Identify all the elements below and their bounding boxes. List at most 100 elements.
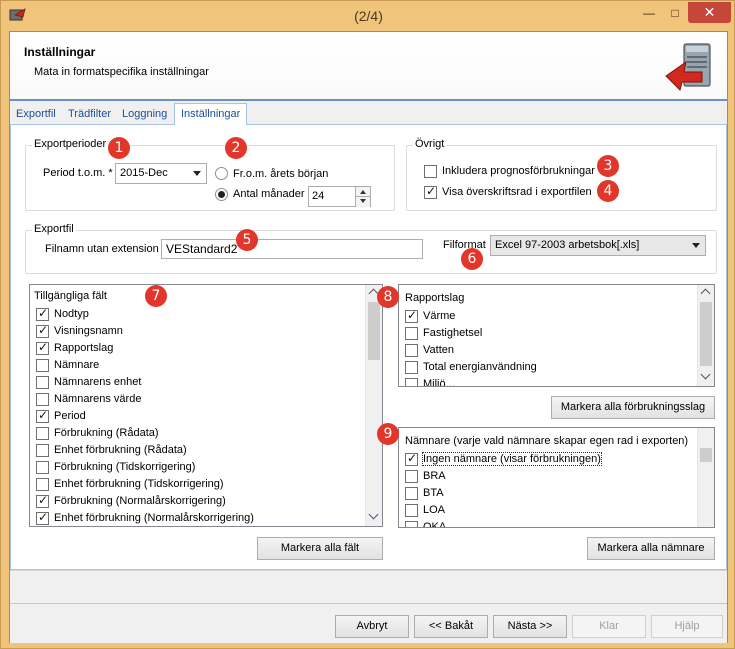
available-fields-header: Tillgängliga fält <box>34 290 107 302</box>
cancel-button[interactable]: Avbryt <box>335 615 409 638</box>
item-checkbox[interactable] <box>36 444 49 457</box>
item-label: Rapportslag <box>54 342 114 354</box>
item-label: Förbrukning (Rådata) <box>54 427 159 439</box>
include-forecast-checkbox[interactable] <box>424 165 437 178</box>
show-header-row-checkbox[interactable] <box>424 184 437 199</box>
item-checkbox[interactable] <box>36 340 49 355</box>
radio-number-of-months[interactable] <box>215 188 228 201</box>
item-label: BRA <box>423 470 446 482</box>
item-label: Vatten <box>423 344 454 356</box>
item-checkbox[interactable] <box>36 359 49 372</box>
months-stepper[interactable]: 24 <box>308 186 371 207</box>
available-fields-scrollbar[interactable] <box>365 285 382 526</box>
item-checkbox[interactable] <box>405 451 418 466</box>
denominators-list[interactable]: Nämnare (varje vald nämnare skapar egen … <box>398 427 715 528</box>
item-checkbox[interactable] <box>405 378 418 386</box>
radio-from-year-start[interactable] <box>215 167 228 180</box>
export-file-title: Exportfil <box>32 223 76 235</box>
item-checkbox[interactable] <box>36 461 49 474</box>
item-label: Nämnarens enhet <box>54 376 142 388</box>
item-checkbox[interactable] <box>405 361 418 374</box>
finish-button[interactable]: Klar <box>572 615 646 638</box>
item-label: Period <box>54 410 86 422</box>
maximize-button[interactable]: □ <box>662 2 688 23</box>
tab-installningar[interactable]: Inställningar <box>174 103 248 126</box>
item-checkbox[interactable] <box>405 344 418 357</box>
export-periods-title: Exportperioder <box>32 138 109 150</box>
scroll-up-icon[interactable] <box>698 285 714 301</box>
next-button[interactable]: Nästa >> <box>493 615 567 638</box>
denominators-scrollbar[interactable] <box>697 428 714 527</box>
wizard-footer: Avbryt << Bakåt Nästa >> Klar Hjälp <box>10 603 727 643</box>
page-title: Inställningar <box>24 45 96 59</box>
help-button[interactable]: Hjälp <box>651 615 723 638</box>
item-checkbox[interactable] <box>36 306 49 321</box>
scroll-down-icon[interactable] <box>698 369 714 385</box>
report-types-list[interactable]: Rapportslag Värme Fastighetsel Vatten Total… <box>398 284 715 387</box>
annotation-badge-2: 2 <box>225 137 247 159</box>
item-checkbox[interactable] <box>36 478 49 491</box>
item-label: BTA <box>423 487 444 499</box>
annotation-badge-3: 3 <box>597 155 619 177</box>
minimize-button[interactable]: — <box>636 2 662 23</box>
wizard-header: Inställningar Mata in formatspecifika in… <box>10 32 727 101</box>
item-label: Nämnarens värde <box>54 393 142 405</box>
annotation-badge-1: 1 <box>108 137 130 159</box>
item-checkbox[interactable] <box>36 510 49 525</box>
item-checkbox[interactable] <box>405 327 418 340</box>
mark-all-denominators-button[interactable]: Markera alla nämnare <box>587 537 715 560</box>
item-checkbox[interactable] <box>36 427 49 440</box>
item-checkbox[interactable] <box>405 487 418 500</box>
close-button[interactable]: ✕ <box>688 2 731 23</box>
tab-tradfilter[interactable]: Trädfilter <box>62 106 117 125</box>
item-checkbox[interactable] <box>36 493 49 508</box>
scrollbar-thumb[interactable] <box>700 302 712 366</box>
mark-all-fields-button[interactable]: Markera alla fält <box>257 537 383 560</box>
annotation-badge-8: 8 <box>377 286 399 308</box>
item-label: Enhet förbrukning (Normalårskorrigering) <box>54 512 254 524</box>
report-types-scrollbar[interactable] <box>697 285 714 386</box>
annotation-badge-4: 4 <box>597 180 619 202</box>
available-fields-list[interactable]: Tillgängliga fält Nodtyp Visningsnamn Rapp… <box>29 284 383 527</box>
mark-all-report-types-button[interactable]: Markera alla förbrukningsslag <box>551 396 715 419</box>
file-format-dropdown[interactable]: Excel 97-2003 arbetsbok[.xls] <box>490 235 706 256</box>
tab-loggning[interactable]: Loggning <box>116 106 173 125</box>
scrollbar-thumb[interactable] <box>700 448 712 462</box>
stepper-up-icon[interactable] <box>355 187 370 197</box>
period-label: Period t.o.m. * <box>43 167 113 179</box>
item-checkbox[interactable] <box>405 470 418 483</box>
item-checkbox[interactable] <box>36 408 49 423</box>
item-checkbox[interactable] <box>405 308 418 323</box>
filename-label: Filnamn utan extension <box>45 243 159 255</box>
chevron-down-icon <box>193 171 201 176</box>
annotation-badge-6: 6 <box>461 248 483 270</box>
item-checkbox[interactable] <box>405 504 418 517</box>
chevron-down-icon <box>692 243 700 248</box>
item-checkbox[interactable] <box>36 393 49 406</box>
period-value: 2015-Dec <box>120 167 168 179</box>
item-label: OKA <box>423 521 447 528</box>
item-label: Ingen nämnare (visar förbrukningen) <box>422 452 602 466</box>
include-forecast-label: Inkludera prognosförbrukningar <box>442 165 595 177</box>
item-checkbox[interactable] <box>36 323 49 338</box>
item-label: Nodtyp <box>54 308 89 320</box>
period-dropdown[interactable]: 2015-Dec <box>115 163 207 184</box>
item-label: Miljö... <box>423 378 455 387</box>
page-subtitle: Mata in formatspecifika inställningar <box>34 66 209 78</box>
tab-exportfil[interactable]: Exportfil <box>10 106 62 125</box>
title-bar[interactable]: (2/4) — □ ✕ <box>1 1 735 31</box>
item-label: Värme <box>423 310 456 322</box>
scroll-down-icon[interactable] <box>366 509 382 525</box>
back-button[interactable]: << Bakåt <box>414 615 488 638</box>
item-checkbox[interactable] <box>405 521 418 527</box>
scrollbar-thumb[interactable] <box>368 302 380 360</box>
item-label: Enhet förbrukning (Tidskorrigering) <box>54 478 224 490</box>
settings-panel: Exportperioder Period t.o.m. * 2015-Dec … <box>10 125 727 570</box>
item-label: Visningsnamn <box>54 325 123 337</box>
item-label: Förbrukning (Normalårskorrigering) <box>54 495 226 507</box>
stepper-down-icon[interactable] <box>355 197 370 207</box>
item-label: Total energianvändning <box>423 361 537 373</box>
item-checkbox[interactable] <box>36 376 49 389</box>
filename-input[interactable]: VEStandard2 <box>161 239 423 259</box>
file-format-value: Excel 97-2003 arbetsbok[.xls] <box>495 239 640 251</box>
